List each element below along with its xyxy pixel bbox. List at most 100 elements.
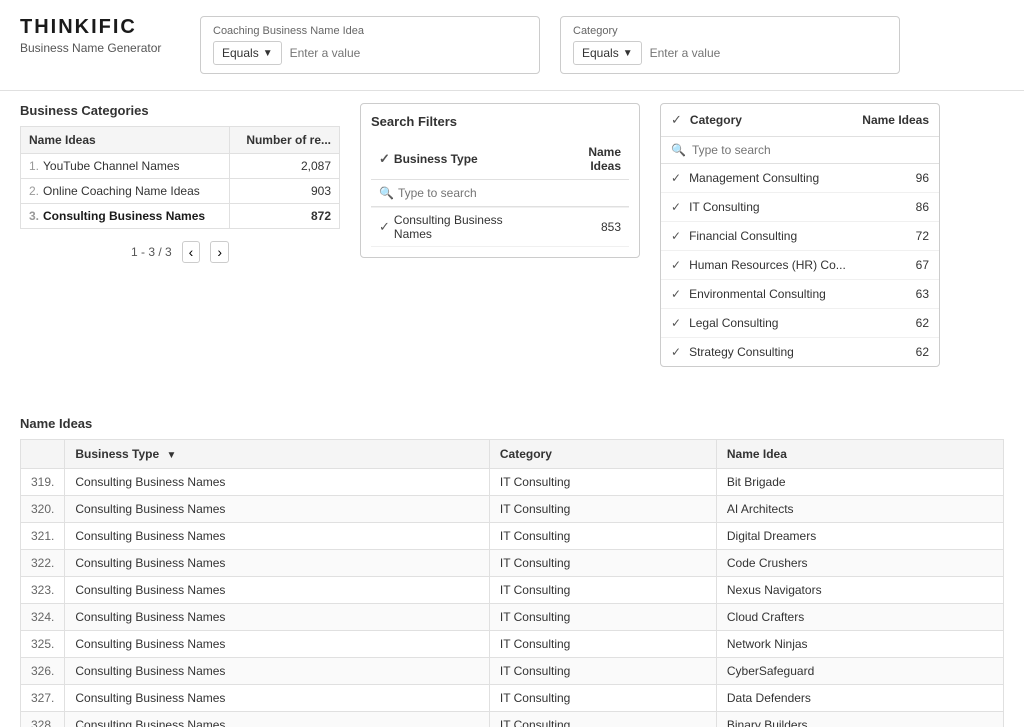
ni-row-num: 320.: [21, 496, 65, 523]
category-check-header-icon: ✓: [671, 112, 682, 128]
sf-search-row: 🔍: [371, 180, 629, 208]
category-row-check-icon: ✓: [671, 287, 681, 301]
ni-row-idea: Network Ninjas: [716, 631, 1003, 658]
sf-data-row[interactable]: ✓ Consulting Business Names 853: [371, 208, 629, 247]
category-search-row: 🔍: [661, 137, 939, 164]
filter1-input[interactable]: [290, 46, 527, 60]
category-search-icon: 🔍: [671, 143, 686, 157]
category-filter-row[interactable]: ✓ IT Consulting 86: [661, 193, 939, 222]
ni-row-idea: Nexus Navigators: [716, 577, 1003, 604]
ni-col-idea-header: Name Idea: [716, 440, 1003, 469]
category-filter-row[interactable]: ✓ Human Resources (HR) Co... 67: [661, 251, 939, 280]
ni-row-type: Consulting Business Names: [65, 523, 490, 550]
category-filter-row[interactable]: ✓ Financial Consulting 72: [661, 222, 939, 251]
name-idea-row[interactable]: 326. Consulting Business Names IT Consul…: [21, 658, 1004, 685]
pagination: 1 - 3 / 3 ‹ ›: [20, 241, 340, 263]
filter2-label: Category: [573, 25, 887, 37]
ni-row-category: IT Consulting: [489, 469, 716, 496]
filter-box-1: Coaching Business Name Idea Equals ▼: [200, 16, 540, 74]
name-idea-row[interactable]: 328. Consulting Business Names IT Consul…: [21, 712, 1004, 727]
filter-box-2: Category Equals ▼: [560, 16, 900, 74]
ni-row-num: 326.: [21, 658, 65, 685]
category-row-name: 1.YouTube Channel Names: [21, 154, 230, 179]
ni-row-category: IT Consulting: [489, 712, 716, 727]
ni-row-category: IT Consulting: [489, 658, 716, 685]
category-row-count: 62: [916, 345, 929, 359]
category-row-count: 96: [916, 171, 929, 185]
category-row[interactable]: 2.Online Coaching Name Ideas 903: [21, 179, 340, 204]
category-row-check-icon: ✓: [671, 258, 681, 272]
ni-col-type-header[interactable]: Business Type ▼: [65, 440, 490, 469]
name-idea-row[interactable]: 327. Consulting Business Names IT Consul…: [21, 685, 1004, 712]
ni-row-type: Consulting Business Names: [65, 631, 490, 658]
ni-row-type: Consulting Business Names: [65, 604, 490, 631]
category-row-name: Legal Consulting: [689, 316, 916, 330]
ni-row-idea: CyberSafeguard: [716, 658, 1003, 685]
filter1-arrow-icon: ▼: [263, 48, 273, 59]
category-row-count: 872: [229, 204, 339, 229]
ni-row-category: IT Consulting: [489, 496, 716, 523]
ni-row-idea: Code Crushers: [716, 550, 1003, 577]
sf-row-type: ✓ Consulting Business Names: [371, 208, 548, 247]
ni-row-num: 325.: [21, 631, 65, 658]
name-idea-row[interactable]: 320. Consulting Business Names IT Consul…: [21, 496, 1004, 523]
category-filter-row[interactable]: ✓ Management Consulting 96: [661, 164, 939, 193]
filter2-input[interactable]: [650, 46, 887, 60]
category-row-count: 2,087: [229, 154, 339, 179]
category-col2-header: Name Ideas: [862, 113, 929, 127]
category-row-name: Human Resources (HR) Co...: [689, 258, 916, 272]
category-filter-panel: ✓ Category Name Ideas 🔍 ✓ Management Con…: [660, 103, 940, 367]
name-idea-row[interactable]: 324. Consulting Business Names IT Consul…: [21, 604, 1004, 631]
ni-col-num-header: [21, 440, 65, 469]
pagination-prev-button[interactable]: ‹: [182, 241, 201, 263]
name-ideas-table: Business Type ▼ Category Name Idea 319. …: [20, 439, 1004, 727]
ni-row-type: Consulting Business Names: [65, 577, 490, 604]
ni-row-num: 322.: [21, 550, 65, 577]
pagination-next-button[interactable]: ›: [210, 241, 229, 263]
search-filters-table: ✓ Business Type Name Ideas 🔍: [371, 139, 629, 247]
category-row-count: 72: [916, 229, 929, 243]
filter2-operator[interactable]: Equals ▼: [573, 41, 642, 65]
category-row[interactable]: 3.Consulting Business Names 872: [21, 204, 340, 229]
category-col1-header: Category: [690, 113, 862, 127]
sf-row-type-text: Consulting Business Names: [394, 213, 540, 241]
category-rows-container: ✓ Management Consulting 96 ✓ IT Consulti…: [661, 164, 939, 366]
category-filter-header: ✓ Category Name Ideas: [661, 104, 939, 137]
ni-row-idea: Data Defenders: [716, 685, 1003, 712]
ni-row-type: Consulting Business Names: [65, 496, 490, 523]
filter2-operator-text: Equals: [582, 46, 619, 60]
category-filter-row[interactable]: ✓ Environmental Consulting 63: [661, 280, 939, 309]
ni-row-idea: Binary Builders: [716, 712, 1003, 727]
category-filter-row[interactable]: ✓ Strategy Consulting 62: [661, 338, 939, 366]
sf-row-count: 853: [548, 208, 629, 247]
category-search-input[interactable]: [692, 143, 929, 157]
name-idea-row[interactable]: 323. Consulting Business Names IT Consul…: [21, 577, 1004, 604]
category-row-check-icon: ✓: [671, 200, 681, 214]
filter1-operator[interactable]: Equals ▼: [213, 41, 282, 65]
category-row-count: 67: [916, 258, 929, 272]
category-row-name: Financial Consulting: [689, 229, 916, 243]
pagination-text: 1 - 3 / 3: [131, 245, 172, 259]
ni-row-category: IT Consulting: [489, 631, 716, 658]
ni-row-type: Consulting Business Names: [65, 658, 490, 685]
name-idea-row[interactable]: 319. Consulting Business Names IT Consul…: [21, 469, 1004, 496]
ni-row-idea: AI Architects: [716, 496, 1003, 523]
name-idea-row[interactable]: 322. Consulting Business Names IT Consul…: [21, 550, 1004, 577]
app-container: THINKIFIC Business Name Generator Coachi…: [0, 0, 1024, 727]
name-idea-row[interactable]: 321. Consulting Business Names IT Consul…: [21, 523, 1004, 550]
category-filter-row[interactable]: ✓ Legal Consulting 62: [661, 309, 939, 338]
ni-row-num: 319.: [21, 469, 65, 496]
sf-row-check-icon: ✓: [379, 219, 390, 235]
category-row-check-icon: ✓: [671, 316, 681, 330]
categories-col1-header: Name Ideas: [21, 127, 230, 154]
category-row-name: 3.Consulting Business Names: [21, 204, 230, 229]
ni-row-type: Consulting Business Names: [65, 550, 490, 577]
ni-row-num: 323.: [21, 577, 65, 604]
sort-arrow-icon: ▼: [167, 450, 177, 461]
sf-search-input[interactable]: [398, 186, 553, 200]
main-content: Business Categories Name Ideas Number of…: [0, 91, 1024, 416]
name-idea-row[interactable]: 325. Consulting Business Names IT Consul…: [21, 631, 1004, 658]
ni-row-idea: Bit Brigade: [716, 469, 1003, 496]
category-row[interactable]: 1.YouTube Channel Names 2,087: [21, 154, 340, 179]
sf-check-header-icon: ✓: [379, 151, 390, 167]
